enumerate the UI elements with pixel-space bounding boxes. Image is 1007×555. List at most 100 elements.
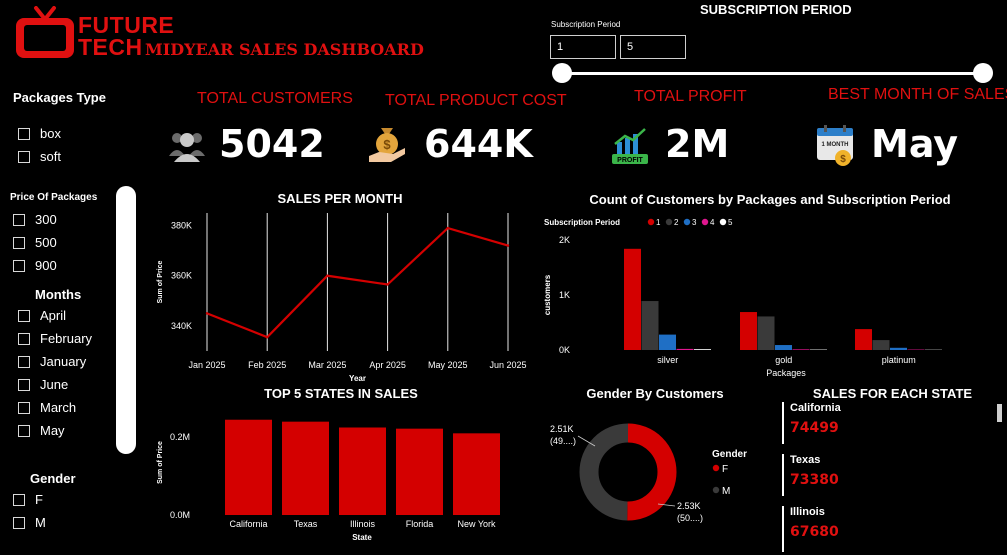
price-option-900[interactable]: 900 xyxy=(13,254,57,277)
data-point xyxy=(326,274,329,277)
x-tick-label: May 2025 xyxy=(428,360,468,370)
state-sales-card-list: California 74499 Texas 73380 Illinois 67… xyxy=(782,402,1002,552)
kpi-cost-value: 644K xyxy=(424,122,533,166)
months-title: Months xyxy=(35,287,82,302)
subscription-max-input[interactable]: 5 xyxy=(620,35,686,59)
checkbox[interactable] xyxy=(18,150,30,163)
option-label: January xyxy=(40,354,87,369)
packages-option-box[interactable]: box xyxy=(18,122,61,145)
bar xyxy=(453,433,500,515)
month-option-march[interactable]: March xyxy=(18,396,92,419)
x-tick-label: Jun 2025 xyxy=(489,360,526,370)
checkbox[interactable] xyxy=(18,332,30,345)
customers-packages-chart: Subscription Period 1 2 3 4 5 0K 1K 2K silver gold… xyxy=(543,218,942,378)
gender-option-m[interactable]: M xyxy=(13,511,46,534)
customers-packages-title: Count of Customers by Packages and Subsc… xyxy=(589,192,951,207)
option-label: 300 xyxy=(35,212,57,227)
kpi-cost-title: TOTAL PRODUCT COST xyxy=(385,92,567,109)
option-label: F xyxy=(35,492,43,507)
checkbox[interactable] xyxy=(18,401,30,414)
month-option-february[interactable]: February xyxy=(18,327,92,350)
x-axis-label: Packages xyxy=(766,368,806,378)
bar xyxy=(792,349,810,350)
checkbox[interactable] xyxy=(18,127,30,140)
subscription-label: Subscription Period xyxy=(551,20,621,29)
checkbox[interactable] xyxy=(13,493,25,506)
x-tick-label: New York xyxy=(457,519,496,529)
data-point xyxy=(506,244,510,247)
y-axis-label: Sum of Price xyxy=(157,441,164,484)
packages-type-title: Packages Type xyxy=(13,90,106,105)
checkbox[interactable] xyxy=(18,309,30,322)
packages-option-soft[interactable]: soft xyxy=(18,145,61,168)
x-tick-label: Feb 2025 xyxy=(248,360,286,370)
x-tick-label: Jan 2025 xyxy=(188,360,225,370)
option-label: June xyxy=(40,377,69,392)
slice-label: (49....) xyxy=(550,436,576,446)
subscription-slider-track[interactable] xyxy=(562,72,984,75)
svg-text:$: $ xyxy=(840,154,846,165)
x-axis-label: Year xyxy=(349,374,366,383)
gender-filter-title: Gender xyxy=(30,471,76,486)
kpi-customers-value: 5042 xyxy=(219,122,325,166)
legend-label: 5 xyxy=(728,218,733,227)
legend-label: 2 xyxy=(674,218,679,227)
checkbox[interactable] xyxy=(13,516,25,529)
subscription-slider-max-handle[interactable] xyxy=(973,63,993,83)
x-tick-label: silver xyxy=(657,355,678,365)
price-list: 300 500 900 xyxy=(13,208,57,277)
bar xyxy=(775,345,792,350)
profit-chart-icon: PROFIT xyxy=(611,126,651,170)
subscription-min-input[interactable]: 1 xyxy=(550,35,616,59)
month-option-june[interactable]: June xyxy=(18,373,92,396)
subscription-slider-min-handle[interactable] xyxy=(552,63,572,83)
y-axis-label: Sum of Price xyxy=(157,261,164,304)
state-list-scrollbar[interactable] xyxy=(997,404,1002,422)
state-card: Texas 73380 xyxy=(782,454,839,496)
option-label: soft xyxy=(40,149,61,164)
gender-donut-chart: 2.53K (50....) 2.51K (49....) Gender FM xyxy=(550,423,747,523)
option-label: M xyxy=(35,515,46,530)
y-tick-label: 360K xyxy=(171,271,192,281)
bar xyxy=(740,312,757,350)
customers-icon xyxy=(168,126,206,168)
checkbox[interactable] xyxy=(13,213,25,226)
checkbox[interactable] xyxy=(18,424,30,437)
kpi-best-month-value: May xyxy=(871,122,959,166)
checkbox[interactable] xyxy=(13,236,25,249)
bar xyxy=(890,347,907,350)
data-point xyxy=(205,312,209,315)
x-tick-label: Illinois xyxy=(350,519,376,529)
legend-label: 4 xyxy=(710,218,715,227)
checkbox[interactable] xyxy=(18,378,30,391)
y-axis-label: customers xyxy=(543,274,552,315)
month-option-january[interactable]: January xyxy=(18,350,92,373)
price-option-500[interactable]: 500 xyxy=(13,231,57,254)
option-label: box xyxy=(40,126,61,141)
option-label: 900 xyxy=(35,258,57,273)
left-panel-scrollbar[interactable] xyxy=(116,186,136,454)
gender-option-f[interactable]: F xyxy=(13,488,46,511)
legend-swatch xyxy=(719,218,727,226)
calendar-icon-label: 1 MONTH xyxy=(822,142,849,148)
tv-icon xyxy=(16,6,74,58)
x-tick-label: platinum xyxy=(882,355,916,365)
price-option-300[interactable]: 300 xyxy=(13,208,57,231)
checkbox[interactable] xyxy=(13,259,25,272)
calendar-icon: 1 MONTH $ xyxy=(815,124,857,172)
legend-title: Subscription Period xyxy=(544,218,620,227)
checkbox[interactable] xyxy=(18,355,30,368)
option-label: 500 xyxy=(35,235,57,250)
sales-line xyxy=(206,226,509,339)
gender-chart-title: Gender By Customers xyxy=(586,386,724,401)
bar xyxy=(676,348,694,350)
gender-filter-list: F M xyxy=(13,488,46,534)
month-option-april[interactable]: April xyxy=(18,304,92,327)
bar xyxy=(396,428,443,515)
bar xyxy=(624,248,641,350)
legend-swatch xyxy=(712,464,720,472)
legend-swatch xyxy=(647,218,655,226)
legend-label: M xyxy=(722,486,730,497)
y-tick-label: 1K xyxy=(559,290,570,300)
month-option-may[interactable]: May xyxy=(18,419,92,442)
